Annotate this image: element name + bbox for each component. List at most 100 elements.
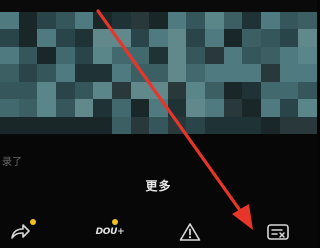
mosaic-tile	[111, 64, 131, 82]
mosaic-tile	[223, 81, 243, 100]
mosaic-tile	[279, 81, 299, 100]
mosaic-tile	[167, 29, 187, 47]
mosaic-tile	[298, 46, 317, 65]
mosaic-tile	[167, 64, 187, 82]
mosaic-tile	[37, 64, 56, 82]
mosaic-tile	[55, 29, 75, 47]
mosaic-tile	[223, 29, 243, 47]
mosaic-tile	[149, 64, 168, 82]
mosaic-tile	[55, 12, 75, 30]
mosaic-tile	[298, 12, 317, 30]
mosaic-tile	[242, 99, 262, 117]
mosaic-tile	[55, 99, 75, 117]
mosaic-tile	[130, 64, 150, 82]
mosaic-tile	[0, 12, 19, 30]
mosaic-tile	[279, 12, 299, 30]
more-options-screen: 录了 更多 DOU+	[0, 0, 317, 248]
mosaic-tile	[74, 116, 94, 134]
mosaic-tile	[74, 12, 94, 30]
caption-toggle-button[interactable]	[258, 215, 298, 248]
mosaic-tile	[0, 116, 19, 134]
mosaic-tile	[37, 99, 56, 117]
mosaic-tile	[298, 116, 317, 134]
video-preview[interactable]	[0, 12, 317, 134]
mosaic-tile	[111, 29, 131, 47]
mosaic-tile	[55, 81, 75, 100]
share-button[interactable]	[0, 215, 40, 248]
mosaic-tile	[0, 29, 19, 47]
mosaic-tile	[0, 46, 19, 65]
mosaic-tile	[242, 46, 262, 65]
mosaic-tile	[130, 116, 150, 134]
mosaic-tile	[93, 29, 112, 47]
mosaic-tile	[93, 81, 112, 100]
mosaic-tile	[18, 12, 38, 30]
mosaic-tile	[74, 99, 94, 117]
mosaic-tile	[93, 12, 112, 30]
mosaic-tile	[205, 46, 224, 65]
mosaic-tile	[186, 46, 206, 65]
mosaic-tile	[261, 116, 280, 134]
top-band	[0, 0, 317, 12]
mosaic-tile	[223, 12, 243, 30]
mosaic-tile	[0, 99, 19, 117]
mosaic-tile	[74, 46, 94, 65]
mosaic-tile	[186, 81, 206, 100]
mosaic-tile	[298, 29, 317, 47]
mosaic-tile	[279, 46, 299, 65]
mosaic-tile	[205, 12, 224, 30]
mosaic-tile	[261, 64, 280, 82]
mosaic-tile	[130, 46, 150, 65]
mosaic-tile	[279, 64, 299, 82]
mosaic-tile	[223, 116, 243, 134]
mosaic-tile	[261, 29, 280, 47]
dou-plus-button[interactable]: DOU+	[85, 215, 135, 248]
share-arrow-icon	[9, 223, 31, 241]
mosaic-tile	[205, 81, 224, 100]
mosaic-tile	[261, 12, 280, 30]
mosaic-tile	[223, 99, 243, 117]
mosaic-tile	[149, 99, 168, 117]
mosaic-tile	[111, 46, 131, 65]
mosaic-tile	[130, 99, 150, 117]
mosaic-tile	[93, 46, 112, 65]
mosaic-tile	[279, 29, 299, 47]
mosaic-tile	[93, 64, 112, 82]
mosaic-tile	[242, 29, 262, 47]
mosaic-tile	[186, 116, 206, 134]
mosaic-tile	[74, 81, 94, 100]
mosaic-tile	[261, 99, 280, 117]
mosaic-tile	[186, 29, 206, 47]
mosaic-tile	[167, 99, 187, 117]
mosaic-tile	[149, 116, 168, 134]
mosaic-tile	[18, 81, 38, 100]
mosaic-tile	[93, 99, 112, 117]
mosaic-tile	[279, 116, 299, 134]
report-button[interactable]	[172, 215, 208, 248]
mosaic-tile	[261, 81, 280, 100]
mosaic-tile	[167, 116, 187, 134]
mosaic-tile	[242, 81, 262, 100]
mosaic-tile	[205, 99, 224, 117]
mosaic-tile	[93, 116, 112, 134]
mosaic-tile	[74, 64, 94, 82]
caption-toggle-icon	[266, 222, 290, 242]
more-action-bar: DOU+	[0, 215, 317, 248]
mosaic-tile	[111, 81, 131, 100]
mosaic-tile	[167, 81, 187, 100]
mosaic-tile	[242, 116, 262, 134]
mosaic-tile	[186, 64, 206, 82]
mosaic-tile	[223, 46, 243, 65]
share-badge-dot	[30, 219, 36, 225]
warning-triangle-icon	[179, 222, 201, 242]
mosaic-tile	[111, 99, 131, 117]
dou-plus-label: DOU+	[95, 226, 125, 237]
mosaic-tile	[0, 64, 19, 82]
mosaic-tile	[205, 29, 224, 47]
mosaic-tile	[298, 99, 317, 117]
dou-plus-badge-dot	[112, 219, 118, 225]
mosaic-tile	[298, 64, 317, 82]
more-sheet-title: 更多	[145, 179, 172, 193]
mosaic-tile	[55, 46, 75, 65]
mosaic-tile	[18, 64, 38, 82]
